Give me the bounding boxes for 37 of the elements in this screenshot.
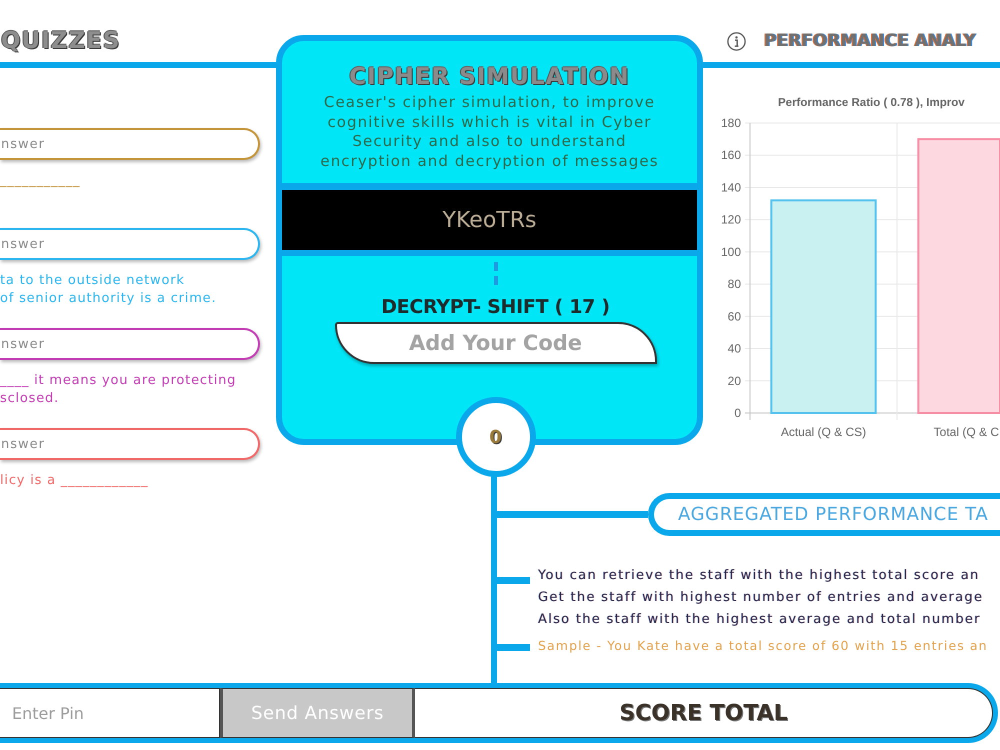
x-axis-category-label: Total (Q & C [934, 425, 999, 439]
answer-field[interactable]: nswer [0, 328, 260, 360]
chart-title: Performance Ratio ( 0.78 ), Improv [778, 97, 965, 109]
answer-field[interactable]: nswer [0, 228, 260, 260]
y-axis-tick-label: 20 [728, 374, 741, 388]
info-icon[interactable] [727, 32, 746, 50]
question-text: ___________ [0, 172, 82, 190]
pin-input-field[interactable]: Enter Pin [0, 688, 220, 738]
y-axis-tick-label: 60 [728, 309, 741, 324]
info-text: Also the staff with the highest average and total number [538, 611, 982, 629]
question-text: ta to the outside network of senior authority is a crime. [0, 272, 218, 308]
score-counter: 0 [456, 397, 536, 477]
y-axis-tick-label: 180 [720, 116, 741, 130]
quizzes-heading: QUIZZES [1, 27, 120, 55]
x-axis-category-label: Actual (Q & CS) [780, 425, 866, 439]
score-total-display: SCORE TOTAL [415, 688, 993, 738]
shift-instruction: DECRYPT- SHIFT ( 17 ) [381, 295, 610, 319]
cipher-title: CIPHER SIMULATION [349, 63, 630, 91]
code-input-field[interactable]: Add Your Code [334, 322, 656, 364]
info-text: You can retrieve the staff with the highest total score an [538, 567, 981, 585]
answer-field[interactable]: nswer [0, 428, 260, 460]
y-axis-tick-label: 160 [720, 148, 741, 162]
aggregated-heading: AGGREGATED PERFORMANCE TA [648, 493, 1000, 536]
answer-field[interactable]: nswer [0, 128, 260, 160]
question-text: ____ it means you are protecting sclosed. [0, 372, 238, 408]
y-axis-tick-label: 100 [720, 244, 741, 259]
cipher-description: Ceaser's cipher simulation, to improve cognitive skills which is vital in Cyber Security and also to understand encryption and decryption of messages [319, 93, 660, 171]
y-axis-tick-label: 0 [734, 406, 741, 420]
y-axis-tick-label: 40 [728, 342, 741, 356]
question-text: licy is a ____________ [0, 472, 150, 490]
ciphertext-display: YKeoTRs [282, 183, 697, 256]
y-axis-tick-label: 140 [720, 180, 741, 194]
y-axis-tick-label: 80 [728, 277, 741, 292]
info-text: Get the staff with highest number of entries and average [538, 589, 984, 607]
y-axis-tick-label: 120 [720, 212, 741, 227]
sample-text: Sample - You Kate have a total score of 60 with 15 entries an [537, 637, 988, 655]
performance-heading: PERFORMANCE ANALY [764, 30, 976, 53]
